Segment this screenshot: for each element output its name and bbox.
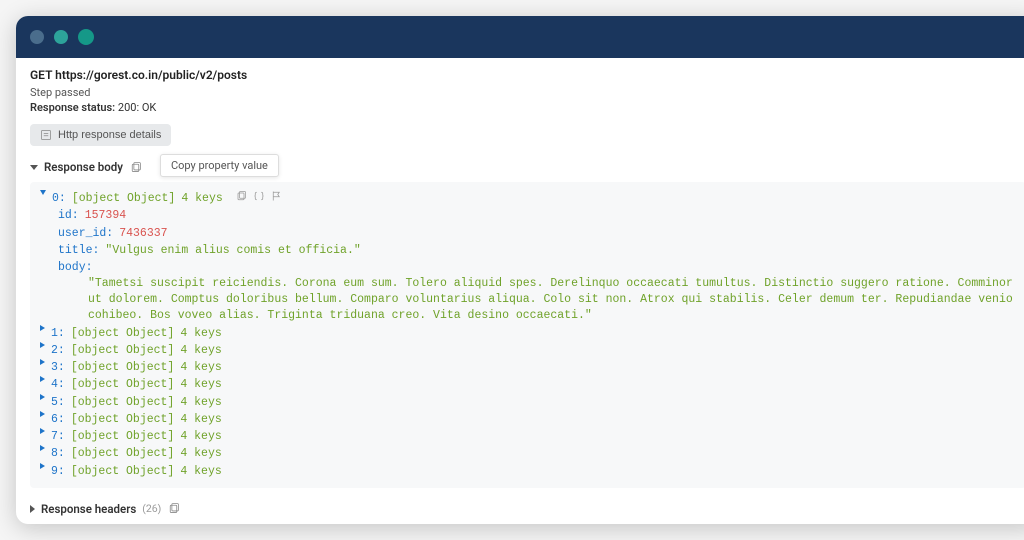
json-prop-title: title: "Vulgus enim alius comis et offic… [40, 242, 1016, 259]
json-index: 5: [51, 394, 65, 411]
json-index: 1: [51, 325, 65, 342]
json-index: 6: [51, 411, 65, 428]
flag-icon[interactable] [271, 190, 283, 202]
json-index: 3: [51, 359, 65, 376]
json-item-4[interactable]: 4: [object Object] 4 keys [40, 376, 1016, 393]
json-index: 4: [51, 376, 65, 393]
section-headers-label: Response headers [41, 502, 136, 516]
json-index: 9: [51, 463, 65, 480]
chevron-right-icon [40, 376, 45, 382]
json-keys-count: 4 keys [180, 463, 221, 480]
window-dot-1[interactable] [30, 30, 44, 44]
response-status-label: Response status: [30, 101, 115, 114]
json-item-6[interactable]: 6: [object Object] 4 keys [40, 411, 1016, 428]
json-keys-count: 4 keys [181, 190, 222, 207]
json-key: title: [58, 242, 99, 259]
response-body-section-header[interactable]: Response body Copy property value [30, 160, 1024, 174]
step-status: Step passed [30, 86, 1024, 99]
json-key: user_id: [58, 225, 113, 242]
chevron-down-icon [40, 190, 46, 195]
collapse-braces-icon[interactable] [253, 190, 265, 202]
json-object-label: [object Object] [71, 359, 175, 376]
json-key: body: [58, 259, 93, 276]
copy-tooltip: Copy property value [160, 154, 279, 177]
app-window: GET https://gorest.co.in/public/v2/posts… [16, 16, 1024, 524]
json-index: 0: [52, 190, 66, 207]
json-keys-count: 4 keys [180, 394, 221, 411]
http-response-details-button[interactable]: Http response details [30, 124, 171, 146]
json-object-label: [object Object] [71, 428, 175, 445]
json-item-0[interactable]: 0: [object Object] 4 keys [40, 190, 1016, 207]
json-keys-count: 4 keys [180, 376, 221, 393]
json-item-3[interactable]: 3: [object Object] 4 keys [40, 359, 1016, 376]
json-value: 7436337 [119, 225, 167, 242]
chevron-right-icon [40, 359, 45, 365]
window-dot-3[interactable] [78, 29, 94, 45]
json-prop-body: body: [40, 259, 1016, 276]
chevron-right-icon [40, 342, 45, 348]
json-keys-count: 4 keys [180, 411, 221, 428]
json-object-label: [object Object] [71, 394, 175, 411]
section-body-label: Response body [44, 160, 123, 174]
chevron-right-icon [30, 505, 35, 513]
json-prop-user-id: user_id: 7436337 [40, 225, 1016, 242]
json-object-label: [object Object] [71, 445, 175, 462]
json-keys-count: 4 keys [180, 445, 221, 462]
copy-icon[interactable] [167, 502, 180, 515]
copy-icon[interactable] [129, 161, 142, 174]
json-value: "Vulgus enim alius comis et officia." [105, 242, 360, 259]
json-item-8[interactable]: 8: [object Object] 4 keys [40, 445, 1016, 462]
json-keys-count: 4 keys [180, 325, 221, 342]
json-object-label: [object Object] [71, 376, 175, 393]
json-index: 2: [51, 342, 65, 359]
response-headers-section-header[interactable]: Response headers (26) [30, 502, 1024, 516]
json-keys-count: 4 keys [180, 359, 221, 376]
json-keys-count: 4 keys [180, 428, 221, 445]
content-area: GET https://gorest.co.in/public/v2/posts… [16, 58, 1024, 524]
json-row-actions [235, 190, 283, 202]
json-body-value: "Tametsi suscipit reiciendis. Corona eum… [40, 276, 1016, 324]
titlebar [16, 16, 1024, 58]
json-object-label: [object Object] [71, 342, 175, 359]
json-item-5[interactable]: 5: [object Object] 4 keys [40, 394, 1016, 411]
request-line: GET https://gorest.co.in/public/v2/posts [30, 68, 1024, 82]
json-key: id: [58, 207, 79, 224]
chevron-down-icon [30, 165, 38, 170]
json-item-2[interactable]: 2: [object Object] 4 keys [40, 342, 1016, 359]
response-status: Response status: 200: OK [30, 101, 1024, 114]
json-object-label: [object Object] [71, 325, 175, 342]
chevron-right-icon [40, 394, 45, 400]
json-object-label: [object Object] [71, 411, 175, 428]
details-button-label: Http response details [58, 129, 161, 141]
json-object-label: [object Object] [72, 190, 176, 207]
json-item-9[interactable]: 9: [object Object] 4 keys [40, 463, 1016, 480]
chevron-right-icon [40, 411, 45, 417]
chevron-right-icon [40, 325, 45, 331]
window-dot-2[interactable] [54, 30, 68, 44]
chevron-right-icon [40, 428, 45, 434]
json-prop-id: id: 157394 [40, 207, 1016, 224]
chevron-right-icon [40, 463, 45, 469]
json-panel: 0: [object Object] 4 keys id: 157394 use… [30, 182, 1024, 488]
json-index: 8: [51, 445, 65, 462]
details-icon [40, 129, 52, 141]
json-item-7[interactable]: 7: [object Object] 4 keys [40, 428, 1016, 445]
copy-icon[interactable] [235, 190, 247, 202]
json-index: 7: [51, 428, 65, 445]
headers-count: (26) [142, 502, 161, 515]
response-status-value: 200: OK [118, 101, 156, 114]
json-item-1[interactable]: 1: [object Object] 4 keys [40, 325, 1016, 342]
json-value: 157394 [85, 207, 126, 224]
chevron-right-icon [40, 445, 45, 451]
json-keys-count: 4 keys [180, 342, 221, 359]
json-object-label: [object Object] [71, 463, 175, 480]
